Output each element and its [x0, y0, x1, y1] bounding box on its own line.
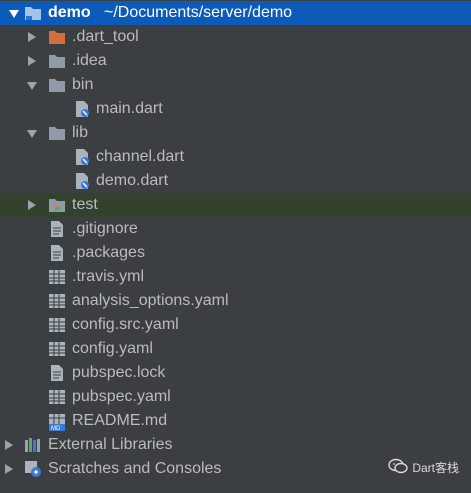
tree-item-channel-dart[interactable]: channel.dart	[0, 145, 471, 169]
text-file-icon	[50, 220, 68, 237]
tree-item-external-libraries[interactable]: External Libraries	[0, 433, 471, 457]
test-folder-icon	[48, 197, 66, 213]
chevron-right-icon[interactable]	[27, 31, 37, 43]
tree-item-packages[interactable]: .packages	[0, 241, 471, 265]
tree-item-pubspec-yaml[interactable]: pubspec.yaml	[0, 385, 471, 409]
dart-file-icon	[73, 172, 91, 189]
tree-item-label: bin	[72, 76, 94, 93]
tree-item-idea[interactable]: .idea	[0, 49, 471, 73]
library-icon	[24, 437, 42, 453]
tree-item-label: .dart_tool	[72, 28, 139, 45]
tree-item-bin[interactable]: bin	[0, 73, 471, 97]
tree-item-label: .gitignore	[72, 220, 138, 237]
tree-item-pubspec-lock[interactable]: pubspec.lock	[0, 361, 471, 385]
chevron-right-icon[interactable]	[27, 199, 37, 211]
tree-item-main-dart[interactable]: main.dart	[0, 97, 471, 121]
tree-item-label: channel.dart	[96, 148, 185, 165]
tree-item-analysis-options-yaml[interactable]: analysis_options.yaml	[0, 289, 471, 313]
tree-item-label: External Libraries	[48, 436, 173, 453]
text-file-icon	[50, 364, 68, 381]
tree-item-label: analysis_options.yaml	[72, 292, 229, 309]
tree-item-test[interactable]: test	[0, 193, 471, 217]
tree-item-label: .idea	[72, 52, 107, 69]
folder-icon	[48, 53, 66, 69]
tree-item-label: README.md	[72, 412, 168, 429]
svg-text:MD: MD	[51, 426, 61, 431]
tree-item-label: Scratches and Consoles	[48, 460, 222, 477]
tree-item-label: pubspec.lock	[72, 364, 166, 381]
tree-item-readme-md[interactable]: MD README.md	[0, 409, 471, 433]
root-path: ~/Documents/server/demo	[104, 4, 293, 21]
markdown-file-icon: MD	[48, 413, 66, 432]
tree-item-label: test	[72, 196, 98, 213]
dart-file-icon	[73, 100, 91, 117]
tree-item-travis-yml[interactable]: .travis.yml	[0, 265, 471, 289]
chevron-right-icon[interactable]	[4, 463, 14, 475]
tree-item-config-yaml[interactable]: config.yaml	[0, 337, 471, 361]
yaml-file-icon	[48, 341, 66, 357]
chevron-right-icon[interactable]	[4, 439, 14, 451]
yaml-file-icon	[48, 269, 66, 285]
yaml-file-icon	[48, 293, 66, 309]
tree-item-label: demo.dart	[96, 172, 169, 189]
chevron-down-icon[interactable]	[27, 127, 37, 139]
module-folder-icon	[24, 5, 42, 21]
tree-item-label: .travis.yml	[72, 268, 144, 285]
tree-item-label: config.src.yaml	[72, 316, 179, 333]
tree-item-demo-dart[interactable]: demo.dart	[0, 169, 471, 193]
wechat-icon	[388, 458, 409, 477]
chevron-down-icon[interactable]	[9, 7, 19, 19]
tree-item-dart-tool[interactable]: .dart_tool	[0, 25, 471, 49]
chevron-right-icon[interactable]	[27, 55, 37, 67]
tree-item-label: lib	[72, 124, 89, 141]
tree-item-label: .packages	[72, 244, 145, 261]
watermark-text: Dart客栈	[412, 461, 459, 475]
dart-file-icon	[73, 148, 91, 165]
text-file-icon	[50, 244, 68, 261]
tree-root-demo[interactable]: demo ~/Documents/server/demo	[0, 1, 471, 25]
tree-item-label: main.dart	[96, 100, 163, 117]
folder-icon	[48, 125, 66, 141]
tree-item-label: config.yaml	[72, 340, 153, 357]
chevron-down-icon[interactable]	[27, 79, 37, 91]
tree-item-label: pubspec.yaml	[72, 388, 171, 405]
excluded-folder-icon	[48, 29, 66, 45]
tree-item-config-src-yaml[interactable]: config.src.yaml	[0, 313, 471, 337]
yaml-file-icon	[48, 389, 66, 405]
tree-item-gitignore[interactable]: .gitignore	[0, 217, 471, 241]
tree-item-lib[interactable]: lib	[0, 121, 471, 145]
watermark: Dart客栈	[388, 458, 459, 477]
scratches-icon	[24, 460, 42, 477]
yaml-file-icon	[48, 317, 66, 333]
folder-icon	[48, 77, 66, 93]
root-name: demo	[48, 4, 91, 21]
